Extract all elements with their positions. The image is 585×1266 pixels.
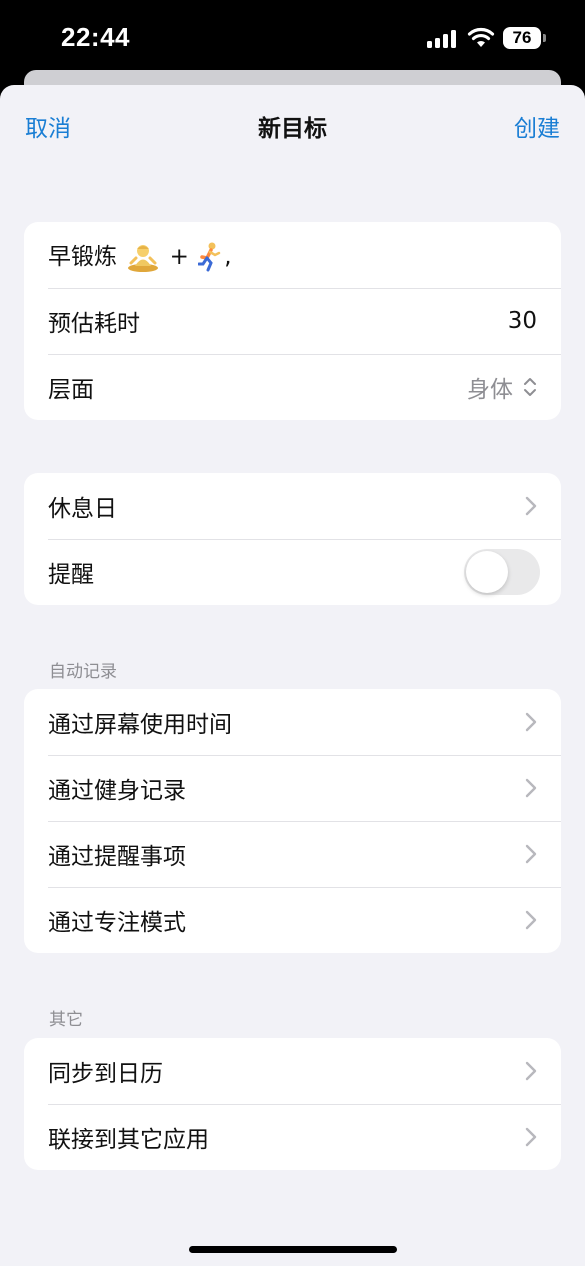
level-value[interactable]: 身体 xyxy=(467,370,513,404)
clock: 22:44 xyxy=(61,22,130,52)
auto-record-header: 自动记录 xyxy=(49,662,117,682)
auto-record-label: 通过屏幕使用时间 xyxy=(48,712,232,738)
chevron-right-icon xyxy=(525,1127,537,1147)
goal-details-group: 早锻炼 + , 预估耗时 30 层面 身体 xyxy=(24,222,561,420)
chevron-right-icon xyxy=(525,844,537,864)
duration-label: 预估耗时 xyxy=(48,311,140,337)
duration-value[interactable]: 30 xyxy=(508,308,537,334)
chevron-right-icon xyxy=(525,1061,537,1081)
reminder-row: 提醒 xyxy=(24,539,561,605)
running-emoji-icon xyxy=(198,242,221,272)
auto-record-label: 通过健身记录 xyxy=(48,778,186,804)
chevron-right-icon xyxy=(525,910,537,930)
reminder-toggle[interactable] xyxy=(464,549,540,595)
goal-name-suffix: , xyxy=(224,243,232,270)
chevron-up-down-icon xyxy=(524,378,536,396)
auto-record-label: 通过专注模式 xyxy=(48,910,186,936)
reminder-label: 提醒 xyxy=(48,562,94,588)
schedule-group: 休息日 提醒 xyxy=(24,473,561,605)
toggle-knob xyxy=(466,551,508,593)
rest-day-row[interactable]: 休息日 xyxy=(24,473,561,539)
battery-nub xyxy=(543,34,546,42)
duration-row[interactable]: 预估耗时 30 xyxy=(24,288,561,354)
other-header: 其它 xyxy=(49,1010,83,1030)
sync-calendar-row[interactable]: 同步到日历 xyxy=(24,1038,561,1104)
goal-name-row: 早锻炼 + , xyxy=(48,237,537,274)
battery-icon: 76 xyxy=(503,27,541,49)
other-label: 联接到其它应用 xyxy=(48,1127,209,1153)
rest-day-label: 休息日 xyxy=(48,496,117,522)
cellular-signal-icon xyxy=(427,30,459,48)
new-goal-sheet: 取消 新目标 创建 早锻炼 + , 预估耗时 30 层面 身体 休息日 提醒 自… xyxy=(0,85,585,1266)
auto-record-label: 通过提醒事项 xyxy=(48,844,186,870)
chevron-right-icon xyxy=(525,496,537,516)
level-row[interactable]: 层面 身体 xyxy=(24,354,561,420)
home-indicator[interactable] xyxy=(189,1246,397,1253)
goal-name-field[interactable]: 早锻炼 + , xyxy=(24,222,561,288)
create-button[interactable]: 创建 xyxy=(514,115,560,143)
battery-level: 76 xyxy=(512,28,532,47)
goal-name-text: 早锻炼 xyxy=(48,243,117,270)
meditation-emoji-icon xyxy=(128,245,159,273)
auto-record-item-fitness[interactable]: 通过健身记录 xyxy=(24,755,561,821)
chevron-right-icon xyxy=(525,778,537,798)
auto-record-item-reminders[interactable]: 通过提醒事项 xyxy=(24,821,561,887)
goal-name-plus: + xyxy=(169,243,189,270)
link-apps-row[interactable]: 联接到其它应用 xyxy=(24,1104,561,1170)
level-label: 层面 xyxy=(48,377,94,403)
other-label: 同步到日历 xyxy=(48,1061,163,1087)
wifi-icon xyxy=(467,27,495,47)
auto-record-item-screen-time[interactable]: 通过屏幕使用时间 xyxy=(24,689,561,755)
page-title: 新目标 xyxy=(258,116,327,142)
auto-record-group: 通过屏幕使用时间 通过健身记录 通过提醒事项 通过专注模式 xyxy=(24,689,561,953)
status-bar: 22:44 76 xyxy=(0,0,585,76)
other-group: 同步到日历 联接到其它应用 xyxy=(24,1038,561,1170)
chevron-right-icon xyxy=(525,712,537,732)
auto-record-item-focus[interactable]: 通过专注模式 xyxy=(24,887,561,953)
cancel-button[interactable]: 取消 xyxy=(25,115,71,143)
